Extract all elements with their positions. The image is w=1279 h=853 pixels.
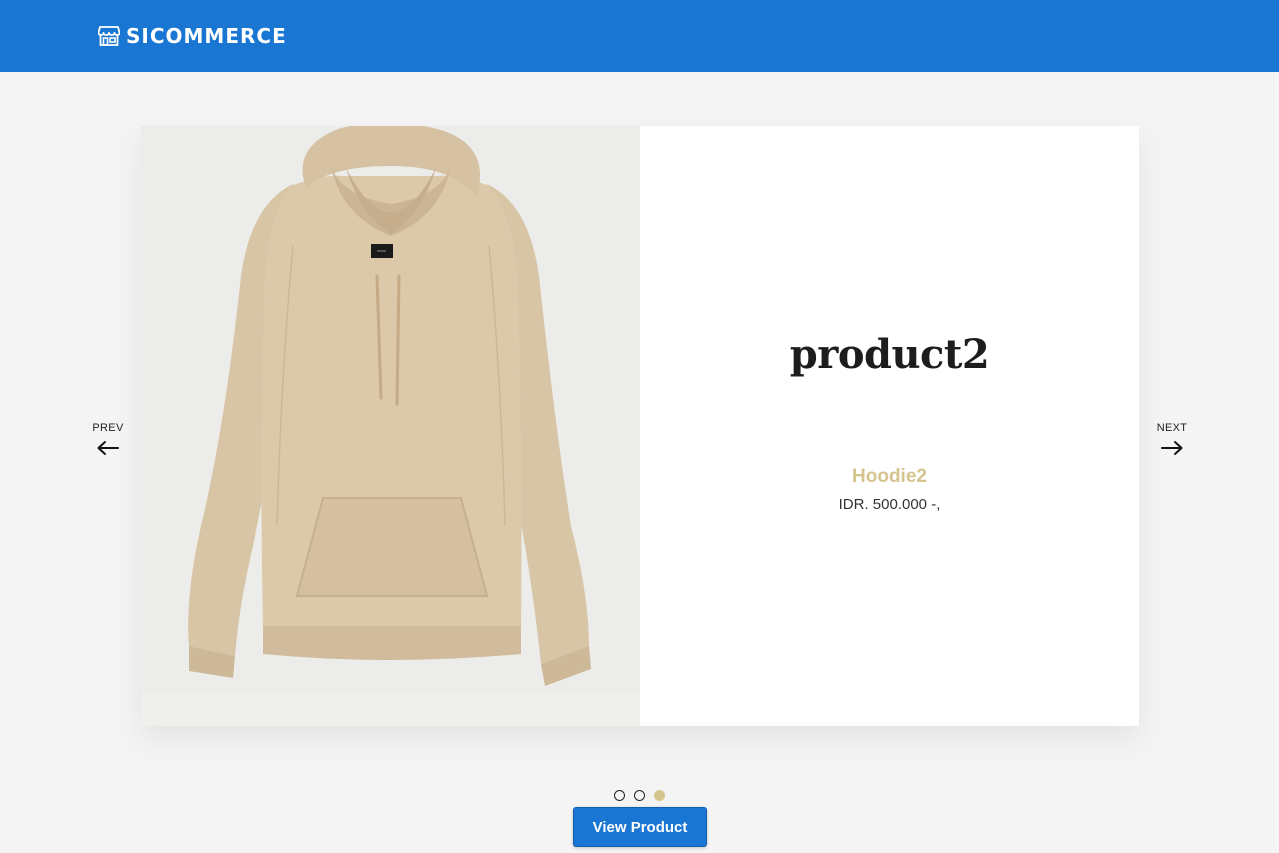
slider-next-button[interactable]: NEXT bbox=[1152, 422, 1192, 456]
brand-link[interactable]: SICOMMERCE bbox=[98, 24, 287, 48]
product-name: Hoodie2 bbox=[852, 466, 927, 487]
product-slide: product2 Hoodie2 IDR. 500.000 -, bbox=[141, 126, 1139, 726]
product-image bbox=[141, 126, 640, 726]
product-info: product2 Hoodie2 IDR. 500.000 -, bbox=[640, 126, 1139, 726]
slider-dot-3[interactable] bbox=[654, 790, 665, 801]
product-price: IDR. 500.000 -, bbox=[838, 496, 941, 513]
slider-dots bbox=[614, 790, 665, 801]
brand-name: SICOMMERCE bbox=[126, 24, 287, 48]
next-label: NEXT bbox=[1156, 422, 1188, 434]
arrow-left-icon bbox=[97, 441, 119, 455]
slider-dot-1[interactable] bbox=[614, 790, 625, 801]
slider-prev-button[interactable]: PREV bbox=[88, 422, 128, 456]
store-icon bbox=[98, 26, 120, 46]
top-navbar: SICOMMERCE bbox=[0, 0, 1279, 72]
slider-dot-2[interactable] bbox=[634, 790, 645, 801]
arrow-right-icon bbox=[1161, 441, 1183, 455]
hoodie-image bbox=[188, 126, 591, 686]
view-product-button[interactable]: View Product bbox=[573, 807, 707, 847]
product-title: product2 bbox=[789, 331, 990, 378]
prev-label: PREV bbox=[92, 422, 124, 434]
